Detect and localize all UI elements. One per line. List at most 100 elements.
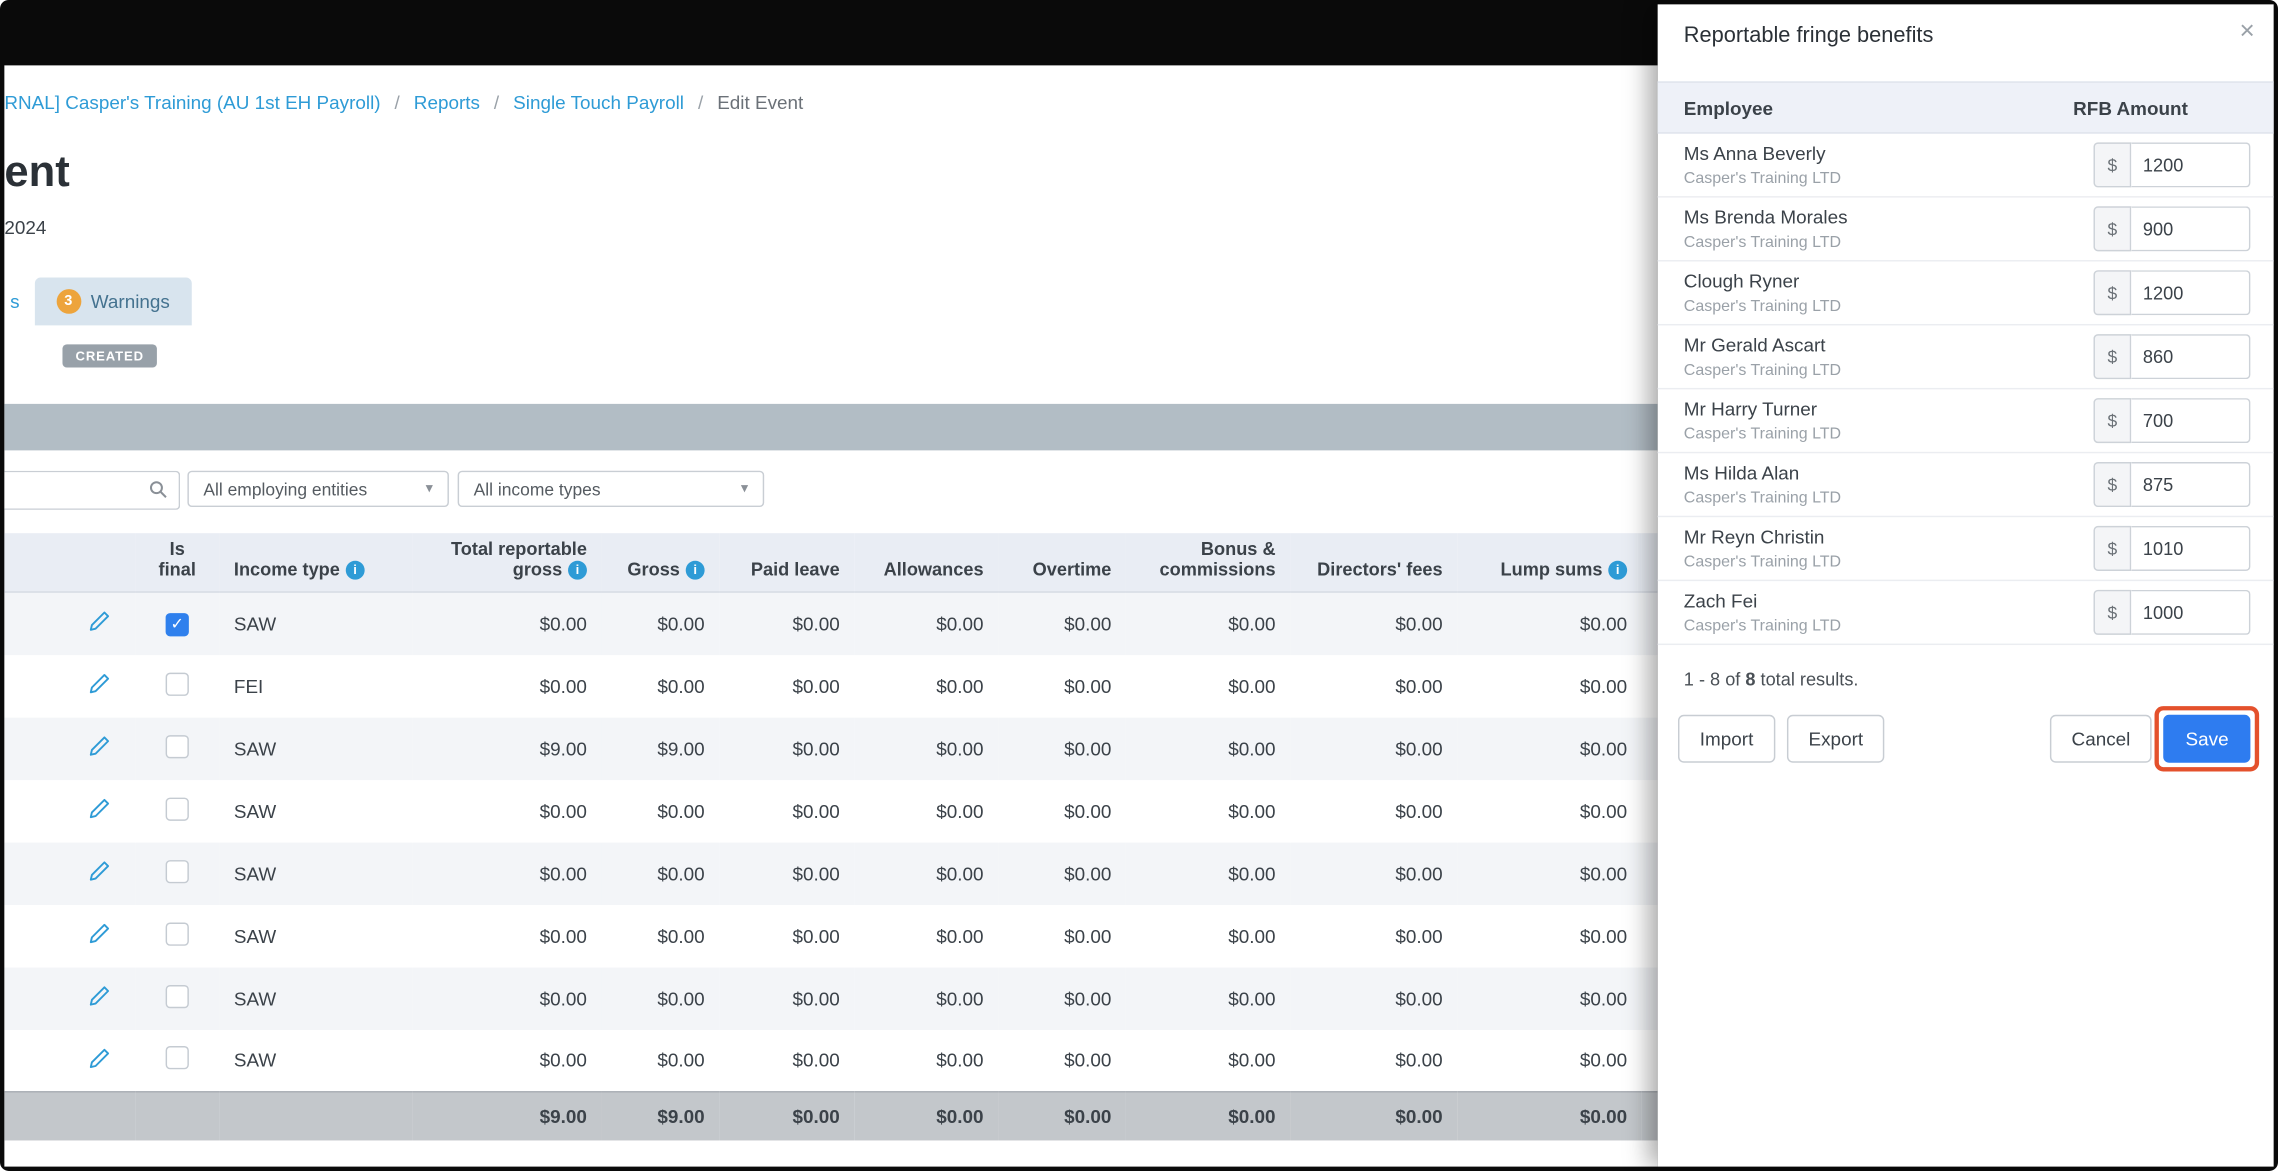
income-type-cell: SAW bbox=[219, 966, 413, 1030]
amount-cell: $0.00 bbox=[1125, 654, 1291, 717]
panel-table-header: Employee RFB Amount bbox=[1657, 81, 2274, 134]
employing-entities-value: All employing entities bbox=[203, 478, 368, 500]
col-header-filler bbox=[1641, 533, 1658, 593]
rfb-amount-input[interactable] bbox=[2131, 525, 2251, 571]
amount-cell: $0.00 bbox=[1290, 904, 1458, 967]
employee-company: Casper's Training LTD bbox=[1683, 361, 1842, 379]
cancel-button[interactable]: Cancel bbox=[2049, 714, 2153, 763]
edit-row-icon[interactable] bbox=[89, 798, 111, 824]
warnings-count-badge: 3 bbox=[55, 289, 81, 314]
amount-cell: $0.00 bbox=[412, 779, 602, 842]
amount-cell: $0.00 bbox=[1290, 841, 1458, 905]
amount-cell: $0.00 bbox=[719, 716, 855, 780]
is-final-checkbox[interactable] bbox=[165, 921, 189, 946]
income-types-dropdown[interactable]: All income types ▾ bbox=[457, 470, 765, 508]
employee-company: Casper's Training LTD bbox=[1683, 169, 1842, 187]
edit-row-icon[interactable] bbox=[89, 1047, 111, 1073]
amount-cell: $9.00 bbox=[601, 716, 720, 780]
total-cell: $9.00 bbox=[412, 1091, 602, 1140]
status-badge: CREATED bbox=[62, 344, 157, 368]
amount-cell: $0.00 bbox=[1457, 966, 1642, 1030]
breadcrumb-stp-link[interactable]: Single Touch Payroll bbox=[513, 92, 684, 114]
income-types-value: All income types bbox=[473, 478, 601, 500]
amount-cell: $0.00 bbox=[998, 779, 1126, 842]
total-cell: $9.00 bbox=[601, 1091, 720, 1140]
income-type-cell: SAW bbox=[219, 592, 413, 655]
col-header-total-reportable-gross: Total reportable gross i bbox=[412, 533, 602, 593]
amount-cell: $0.00 bbox=[412, 592, 602, 655]
is-final-checkbox[interactable] bbox=[165, 984, 189, 1008]
amount-cell: $0.00 bbox=[1457, 841, 1642, 905]
amount-cell: $0.00 bbox=[1290, 592, 1458, 655]
panel-employee-row: Ms Hilda Alan Casper's Training LTD $ bbox=[1657, 453, 2274, 518]
info-icon[interactable]: i bbox=[685, 560, 705, 580]
amount-cell: $0.00 bbox=[1125, 1029, 1291, 1092]
rfb-amount-input[interactable] bbox=[2131, 398, 2251, 444]
tab-warnings[interactable]: 3 Warnings bbox=[34, 277, 192, 326]
amount-cell: $0.00 bbox=[601, 904, 720, 967]
chevron-down-icon: ▾ bbox=[425, 480, 433, 497]
amount-cell: $0.00 bbox=[998, 654, 1126, 717]
panel-employee-row: Zach Fei Casper's Training LTD $ bbox=[1657, 581, 2274, 646]
col-header-income-type: Income type i bbox=[219, 533, 413, 593]
edit-row-icon[interactable] bbox=[89, 611, 111, 637]
panel-employee-row: Mr Harry Turner Casper's Training LTD $ bbox=[1657, 389, 2274, 454]
rfb-amount-input[interactable] bbox=[2131, 270, 2251, 316]
rfb-amount-input[interactable] bbox=[2131, 334, 2251, 380]
page-title: ent bbox=[4, 148, 70, 197]
panel-rows: Ms Anna BeverlyCasper's Training LTD$Ms … bbox=[1657, 134, 2274, 646]
info-icon[interactable]: i bbox=[568, 560, 587, 580]
edit-row-icon[interactable] bbox=[89, 985, 111, 1011]
info-icon[interactable]: i bbox=[1608, 560, 1628, 580]
search-icon bbox=[149, 481, 167, 498]
amount-cell: $0.00 bbox=[719, 841, 855, 905]
total-cell: $0.00 bbox=[998, 1091, 1126, 1140]
is-final-checkbox[interactable]: ✓ bbox=[165, 612, 189, 636]
employing-entities-dropdown[interactable]: All employing entities ▾ bbox=[187, 470, 449, 508]
breadcrumb-reports-link[interactable]: Reports bbox=[414, 92, 480, 114]
panel-employee-row: Ms Anna Beverly Casper's Training LTD $ bbox=[1657, 134, 2274, 198]
is-final-checkbox[interactable] bbox=[165, 671, 189, 696]
edit-row-icon[interactable] bbox=[89, 673, 111, 699]
breadcrumb: RNAL] Casper's Training (AU 1st EH Payro… bbox=[4, 92, 803, 114]
amount-cell: $0.00 bbox=[719, 654, 855, 717]
col-header-gross: Gross i bbox=[601, 533, 720, 593]
info-icon[interactable]: i bbox=[345, 560, 365, 580]
table-header-row: Is final Income type i Total reportable g… bbox=[4, 533, 1658, 593]
amount-cell: $0.00 bbox=[1457, 716, 1642, 780]
close-icon[interactable]: × bbox=[2239, 17, 2254, 43]
currency-prefix: $ bbox=[2093, 142, 2132, 188]
stp-events-table: Is final Income type i Total reportable g… bbox=[4, 533, 1658, 1140]
save-button[interactable]: Save bbox=[2163, 714, 2251, 763]
is-final-checkbox[interactable] bbox=[165, 859, 189, 883]
amount-cell: $0.00 bbox=[1457, 592, 1642, 655]
amount-cell: $0.00 bbox=[719, 592, 855, 655]
tab-errors-partial[interactable]: s bbox=[4, 277, 34, 325]
stp-table-body: ✓ SAW $0.00 $0.00 $0.00 $0.00 $0.00 $0.00 $0.00 $… bbox=[4, 592, 1658, 1092]
rfb-amount-input[interactable] bbox=[2131, 206, 2251, 252]
is-final-checkbox[interactable] bbox=[165, 796, 189, 821]
rfb-amount-input[interactable] bbox=[2131, 589, 2251, 635]
panel-buttons: Import Export Cancel Save bbox=[1658, 706, 2274, 772]
rfb-amount-input[interactable] bbox=[2131, 142, 2251, 188]
amount-cell: $0.00 bbox=[854, 841, 999, 905]
export-button[interactable]: Export bbox=[1786, 714, 1885, 763]
is-final-checkbox[interactable] bbox=[165, 734, 189, 758]
amount-cell: $0.00 bbox=[1125, 779, 1291, 842]
chevron-down-icon: ▾ bbox=[740, 480, 749, 497]
total-cell: $0.00 bbox=[1290, 1091, 1458, 1140]
rfb-amount-input[interactable] bbox=[2131, 461, 2251, 508]
filter-row: All employing entities ▾ All income type… bbox=[4, 470, 1657, 510]
collapsed-toolbar-band bbox=[4, 403, 1658, 451]
edit-row-icon[interactable] bbox=[89, 923, 111, 949]
edit-row-icon[interactable] bbox=[89, 735, 111, 761]
breadcrumb-business-link[interactable]: RNAL] Casper's Training (AU 1st EH Payro… bbox=[4, 92, 380, 114]
edit-row-icon[interactable] bbox=[89, 860, 111, 886]
amount-cell: $0.00 bbox=[1290, 966, 1458, 1030]
reportable-fringe-benefits-panel: Reportable fringe benefits × Employee RF… bbox=[1657, 4, 2274, 1167]
is-final-checkbox[interactable] bbox=[165, 1046, 189, 1070]
import-button[interactable]: Import bbox=[1677, 714, 1776, 763]
amount-cell: $0.00 bbox=[854, 654, 999, 717]
search-input[interactable] bbox=[4, 470, 181, 510]
page-subtitle: 2024 bbox=[4, 216, 47, 239]
